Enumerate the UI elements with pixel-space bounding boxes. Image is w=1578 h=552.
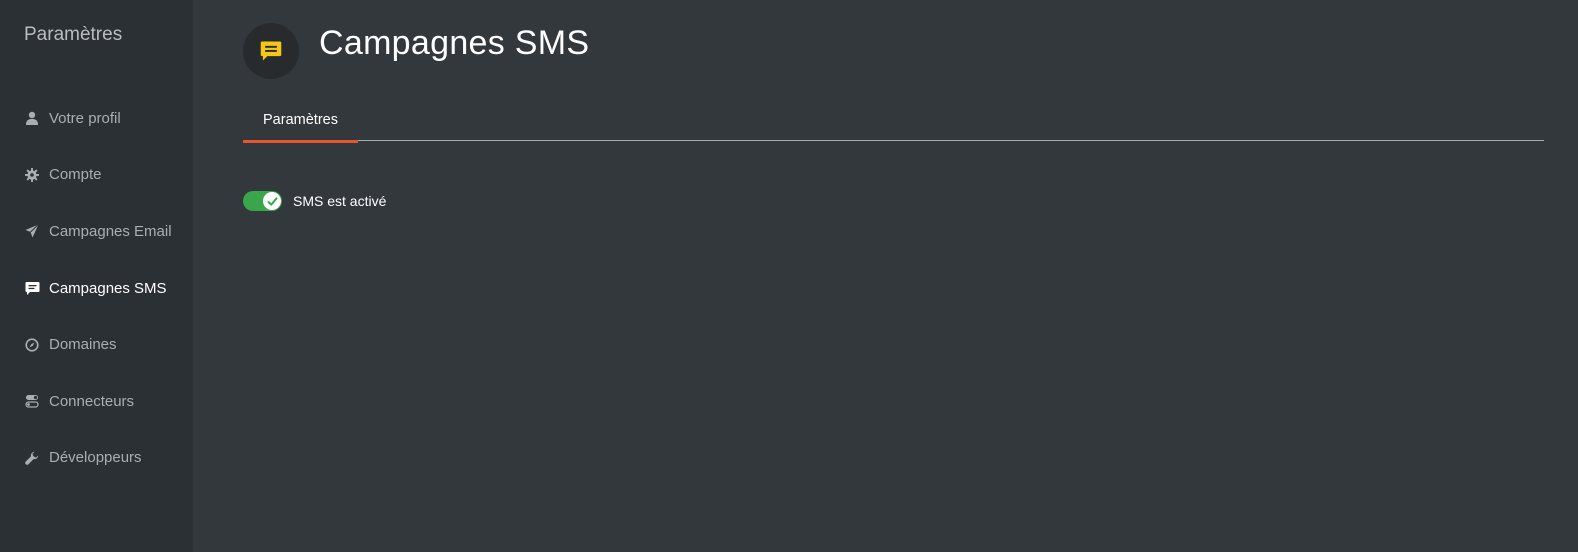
sidebar-item-campagnes-email[interactable]: Campagnes Email xyxy=(0,203,193,260)
sidebar-nav: Votre profil Compte Campagnes Email Camp… xyxy=(0,90,193,486)
sidebar-title: Paramètres xyxy=(24,24,123,45)
chat-bubble-icon xyxy=(24,280,40,296)
sidebar-item-campagnes-sms[interactable]: Campagnes SMS xyxy=(0,260,193,317)
settings-sidebar: Paramètres Votre profil Compte Campagnes… xyxy=(0,0,193,552)
header-icon-circle xyxy=(243,23,299,79)
sms-enabled-toggle[interactable] xyxy=(243,191,282,211)
sms-enabled-label: SMS est activé xyxy=(293,193,387,209)
checkmark-icon xyxy=(267,196,277,206)
page-header: Campagnes SMS xyxy=(243,23,1578,79)
toggles-icon xyxy=(24,393,40,409)
user-icon xyxy=(24,110,40,126)
sidebar-item-compte[interactable]: Compte xyxy=(0,147,193,204)
sidebar-item-votre-profil[interactable]: Votre profil xyxy=(0,90,193,147)
compass-icon xyxy=(24,337,40,353)
toggle-knob xyxy=(263,192,281,210)
sidebar-item-domaines[interactable]: Domaines xyxy=(0,316,193,373)
sidebar-item-label: Compte xyxy=(49,166,102,184)
sidebar-item-label: Votre profil xyxy=(49,109,121,127)
page-title: Campagnes SMS xyxy=(319,23,590,62)
sidebar-item-label: Campagnes Email xyxy=(49,222,172,240)
sidebar-item-label: Connecteurs xyxy=(49,392,135,410)
sidebar-item-developpeurs[interactable]: Développeurs xyxy=(0,430,193,487)
tab-parametres[interactable]: Paramètres xyxy=(243,105,358,143)
active-tab-indicator xyxy=(243,140,358,143)
sidebar-item-connecteurs[interactable]: Connecteurs xyxy=(0,373,193,430)
chat-bubble-icon xyxy=(260,41,282,61)
sms-setting-row: SMS est activé xyxy=(243,191,1578,211)
paper-plane-icon xyxy=(24,223,40,239)
sidebar-item-label: Campagnes SMS xyxy=(49,279,167,297)
tab-label: Paramètres xyxy=(263,112,338,128)
sidebar-item-label: Développeurs xyxy=(49,449,142,467)
gear-icon xyxy=(24,167,40,183)
wrench-icon xyxy=(24,450,40,466)
tab-bar: Paramètres xyxy=(243,105,1544,143)
sidebar-item-label: Domaines xyxy=(49,336,117,354)
app-root: Paramètres Votre profil Compte Campagnes… xyxy=(0,0,1578,552)
main-content: Campagnes SMS Paramètres SMS est activé xyxy=(193,0,1578,552)
